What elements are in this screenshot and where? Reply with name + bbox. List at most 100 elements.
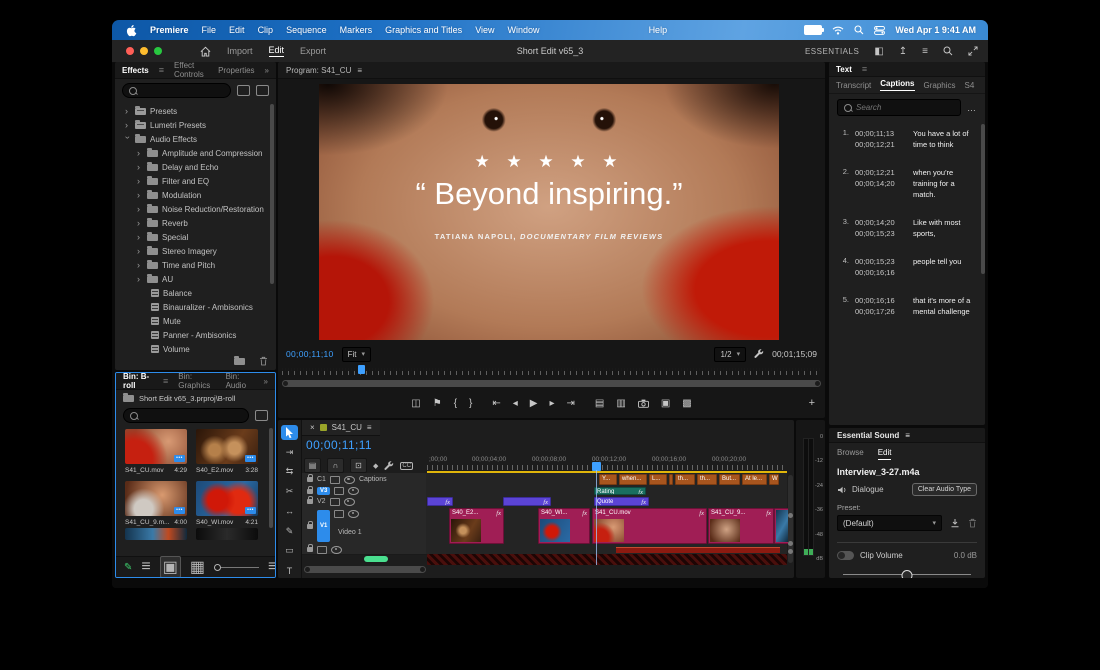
snap-magnet-icon[interactable]: ∩: [327, 458, 344, 473]
tree-item-noise-reduction[interactable]: ›Noise Reduction/Restoration: [115, 202, 276, 216]
freeform-view-icon[interactable]: ▦: [190, 557, 205, 577]
sync-lock-icon[interactable]: [334, 487, 344, 495]
track-visibility-eye-icon[interactable]: [348, 510, 359, 518]
tree-item-modulation[interactable]: ›Modulation: [115, 188, 276, 202]
source-patch-v1[interactable]: V1: [317, 510, 330, 542]
type-tool[interactable]: T: [281, 563, 298, 578]
caption-clip[interactable]: Y...: [599, 474, 617, 485]
tree-item-au[interactable]: ›AU: [115, 272, 276, 286]
tree-item-filter-eq[interactable]: ›Filter and EQ: [115, 174, 276, 188]
close-sequence-icon[interactable]: ×: [310, 423, 315, 432]
battery-icon[interactable]: [804, 25, 822, 35]
video-clip[interactable]: S40_WI...fx: [538, 508, 590, 544]
step-forward-icon[interactable]: ▸: [550, 398, 555, 409]
lock-icon[interactable]: [307, 547, 313, 552]
caption-clip[interactable]: W: [769, 474, 779, 485]
lock-icon[interactable]: [307, 524, 313, 529]
linked-selection-icon[interactable]: ⊡: [350, 458, 367, 473]
tab-effects[interactable]: Effects: [122, 66, 149, 75]
tree-item-lumetri-presets[interactable]: ›Lumetri Presets: [115, 118, 276, 132]
caption-text[interactable]: that it's more of a mental challenge: [913, 295, 975, 317]
tree-item-time-pitch[interactable]: ›Time and Pitch: [115, 258, 276, 272]
razor-tool[interactable]: ✂: [281, 484, 298, 499]
sync-lock-icon[interactable]: [330, 498, 340, 506]
tree-item-volume[interactable]: Volume: [115, 342, 276, 356]
minimize-window-button[interactable]: [140, 47, 148, 55]
tab-transcript[interactable]: Transcript: [836, 81, 871, 90]
clear-audio-type-button[interactable]: Clear Audio Type: [912, 483, 977, 496]
program-monitor-title[interactable]: Program: S41_CU: [286, 66, 351, 75]
caption-row[interactable]: 4. 00;00;15;2300;00;16;16 people tell yo…: [835, 256, 975, 278]
bin-folder-icon[interactable]: [123, 395, 134, 402]
video-clip[interactable]: S40_E2...fx: [449, 508, 504, 544]
program-current-timecode[interactable]: 00;00;11;10: [286, 349, 334, 359]
close-window-button[interactable]: [126, 47, 134, 55]
ripple-edit-tool[interactable]: ⇆: [281, 465, 298, 480]
bin-clip[interactable]: ••• S40_WI.mov4:21: [196, 481, 258, 526]
add-marker-icon[interactable]: ⚑: [433, 398, 442, 409]
graphic-clip-quote[interactable]: Quotefx: [594, 497, 649, 506]
tree-item-delay-echo[interactable]: ›Delay and Echo: [115, 160, 276, 174]
captions-search-input[interactable]: [837, 99, 961, 116]
menu-markers[interactable]: Markers: [340, 25, 373, 35]
preset-dropdown[interactable]: (Default)▾: [837, 515, 942, 531]
menu-graphics-titles[interactable]: Graphics and Titles: [385, 25, 462, 35]
tree-item-special[interactable]: ›Special: [115, 230, 276, 244]
workspace-label[interactable]: ESSENTIALS: [805, 47, 859, 56]
nav-tab-export[interactable]: Export: [300, 46, 326, 56]
menu-window[interactable]: Window: [508, 25, 540, 35]
chevron-right-icon[interactable]: ›: [137, 218, 143, 228]
go-to-in-icon[interactable]: ⇤: [492, 398, 500, 409]
lock-icon[interactable]: [307, 499, 313, 504]
fullscreen-icon[interactable]: [968, 46, 978, 56]
effects-search-field[interactable]: [141, 86, 224, 95]
menu-edit[interactable]: Edit: [229, 25, 245, 35]
overwrite-icon[interactable]: ▣: [661, 398, 670, 409]
graphic-clip-rating[interactable]: Ratingfx: [594, 487, 646, 495]
chevron-right-icon[interactable]: ›: [137, 190, 143, 200]
timeline-timecode[interactable]: 00;00;11;11: [306, 438, 372, 452]
caption-clip[interactable]: L...: [649, 474, 667, 485]
slider-knob[interactable]: [902, 570, 913, 578]
bin-clip[interactable]: ••• S41_CU.mov4:29: [125, 429, 187, 474]
share-icon[interactable]: ↥: [899, 46, 907, 57]
export-frame-icon[interactable]: [638, 399, 649, 408]
video-clip[interactable]: S41_CU.movfx: [592, 508, 707, 544]
video-clip[interactable]: S41_CU_9...fx: [708, 508, 774, 544]
home-icon[interactable]: [200, 46, 211, 57]
nest-sequences-icon[interactable]: ▤: [304, 458, 321, 473]
delete-preset-icon[interactable]: [968, 518, 977, 528]
caption-timecodes[interactable]: 00;00;11;1300;00;12;21: [855, 128, 907, 150]
add-button-icon[interactable]: +: [809, 397, 815, 409]
program-playhead[interactable]: [358, 365, 365, 374]
lock-icon[interactable]: [307, 489, 313, 494]
track-name[interactable]: Captions: [359, 476, 387, 483]
menu-file[interactable]: File: [202, 25, 217, 35]
stack-icon[interactable]: ≡: [922, 46, 928, 57]
panel-menu-icon[interactable]: ≡: [862, 64, 867, 74]
caption-timecodes[interactable]: 00;00;16;1600;00;17;26: [855, 295, 907, 317]
tab-properties[interactable]: Properties: [218, 66, 254, 75]
audio-clip-hatched[interactable]: [427, 554, 787, 565]
timeline-settings-wrench-icon[interactable]: [384, 461, 394, 471]
chevron-right-icon[interactable]: ›: [137, 232, 143, 242]
save-preset-icon[interactable]: [950, 518, 960, 528]
caption-timecodes[interactable]: 00;00;12;2100;00;14;20: [855, 167, 907, 200]
tree-item-panner[interactable]: Panner - Ambisonics: [115, 328, 276, 342]
graphic-clip[interactable]: fx: [503, 497, 551, 506]
tab-captions[interactable]: Captions: [880, 79, 914, 91]
caption-row[interactable]: 2. 00;00;12;2100;00;14;20 when you're tr…: [835, 167, 975, 200]
list-view-icon[interactable]: ≡: [141, 558, 150, 576]
chevron-right-icon[interactable]: ›: [137, 260, 143, 270]
program-scrollbar[interactable]: [282, 380, 821, 387]
slip-tool[interactable]: ↔: [281, 504, 298, 519]
panel-menu-icon[interactable]: ≡: [159, 65, 164, 75]
track-visibility-eye-icon[interactable]: [344, 476, 355, 484]
zoom-window-button[interactable]: [154, 47, 162, 55]
program-video-frame[interactable]: ★ ★ ★ ★ ★ “ Beyond inspiring.” TATIANA N…: [319, 84, 779, 340]
wifi-icon[interactable]: [832, 26, 844, 35]
tab-bin-graphics[interactable]: Bin: Graphics: [178, 372, 215, 390]
sync-lock-icon[interactable]: [317, 546, 327, 554]
caption-timecodes[interactable]: 00;00;15;2300;00;16;16: [855, 256, 907, 278]
play-icon[interactable]: ▶: [530, 398, 538, 409]
